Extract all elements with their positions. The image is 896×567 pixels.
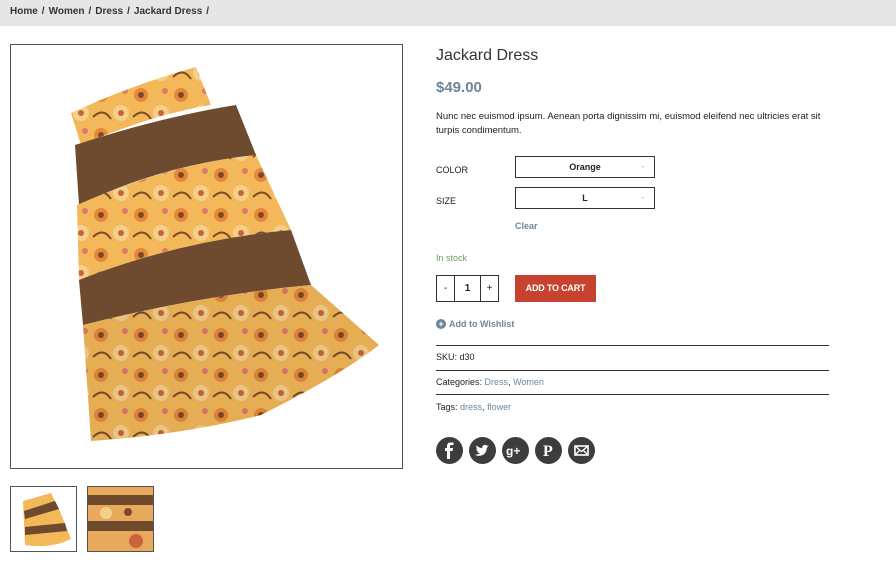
color-select-value: Orange	[569, 162, 601, 172]
breadcrumb-bar: Home / Women / Dress / Jackard Dress /	[0, 0, 896, 26]
twitter-icon[interactable]	[469, 437, 496, 464]
svg-text:P: P	[543, 443, 553, 460]
thumbnail-image	[88, 487, 153, 551]
breadcrumb-separator: /	[206, 6, 210, 17]
size-select[interactable]: L -	[515, 187, 655, 209]
facebook-icon[interactable]	[436, 437, 463, 464]
breadcrumb-separator: /	[41, 6, 45, 17]
tags-label: Tags:	[436, 402, 458, 412]
plus-circle-icon: +	[436, 319, 446, 329]
product-thumbnail-2[interactable]	[87, 486, 154, 552]
quantity-increase-button[interactable]: +	[480, 276, 498, 301]
size-select-value: L	[582, 193, 588, 203]
sku-label: SKU:	[436, 352, 458, 362]
divider	[436, 394, 829, 395]
pinterest-icon[interactable]: P	[535, 437, 562, 464]
color-label: COLOR	[436, 165, 469, 175]
size-label: SIZE	[436, 196, 457, 206]
categories-label: Categories:	[436, 377, 483, 387]
chevron-down-icon: -	[641, 193, 644, 202]
add-to-wishlist-link[interactable]: + Add to Wishlist	[436, 319, 514, 329]
tag-link-dress[interactable]: dress	[460, 402, 482, 412]
color-select[interactable]: Orange -	[515, 156, 655, 178]
product-thumbnail-1[interactable]	[10, 486, 77, 552]
breadcrumb-dress[interactable]: Dress	[95, 6, 123, 17]
product-main-image[interactable]	[10, 44, 403, 469]
quantity-input[interactable]: 1	[455, 276, 480, 301]
share-icons: g+ P	[436, 437, 595, 464]
divider	[436, 370, 829, 371]
category-link-women[interactable]: Women	[513, 377, 544, 387]
breadcrumb-home[interactable]: Home	[10, 6, 38, 17]
thumbnail-image	[23, 493, 71, 547]
svg-text:g+: g+	[506, 444, 520, 458]
add-to-cart-button[interactable]: ADD TO CART	[515, 275, 596, 302]
category-link-dress[interactable]: Dress	[485, 377, 509, 387]
divider	[436, 345, 829, 346]
google-plus-icon[interactable]: g+	[502, 437, 529, 464]
wishlist-label: Add to Wishlist	[449, 319, 515, 329]
quantity-stepper: - 1 +	[436, 275, 499, 302]
breadcrumb-separator: /	[127, 6, 130, 17]
product-description: Nunc nec euismod ipsum. Aenean porta dig…	[436, 111, 821, 136]
product-price: $49.00	[436, 79, 482, 96]
breadcrumb-current[interactable]: Jackard Dress	[134, 6, 202, 17]
sku-row: SKU: d30	[436, 352, 475, 362]
breadcrumb: Home / Women / Dress / Jackard Dress /	[10, 6, 213, 17]
skirt-image	[71, 67, 379, 441]
stock-status: In stock	[436, 253, 468, 263]
email-icon[interactable]	[568, 437, 595, 464]
breadcrumb-women[interactable]: Women	[49, 6, 85, 17]
sku-value: d30	[459, 352, 475, 362]
tag-link-flower[interactable]: flower	[487, 402, 511, 412]
breadcrumb-separator: /	[88, 6, 92, 17]
tags-row: Tags: dress, flower	[436, 402, 512, 412]
clear-variations-link[interactable]: Clear	[515, 221, 538, 231]
quantity-decrease-button[interactable]: -	[437, 276, 455, 301]
categories-row: Categories: Dress, Women	[436, 377, 544, 387]
chevron-down-icon: -	[641, 162, 644, 171]
product-title: Jackard Dress	[436, 47, 539, 64]
